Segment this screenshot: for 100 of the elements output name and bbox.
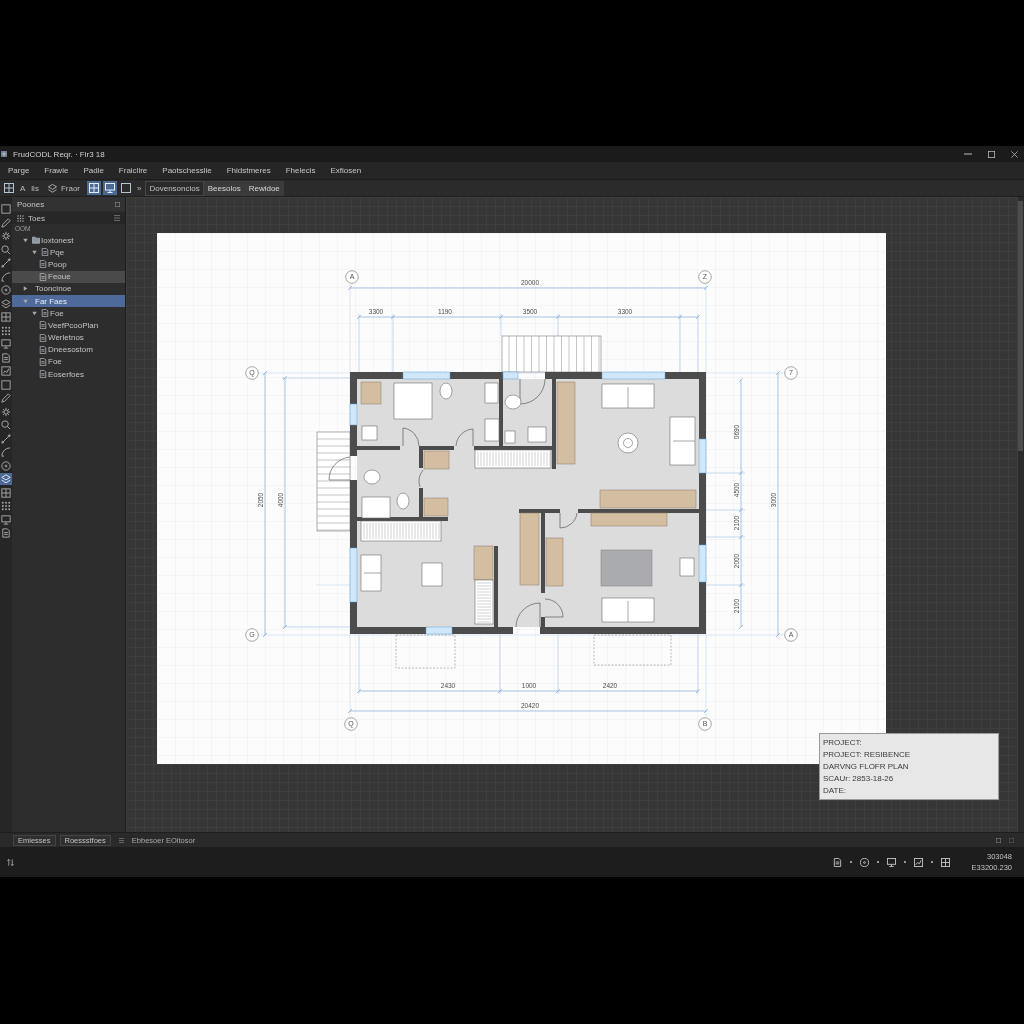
menu-icon[interactable] bbox=[114, 215, 120, 221]
toolbar-button[interactable]: A bbox=[18, 183, 28, 193]
grid-icon[interactable] bbox=[2, 181, 16, 195]
chart-icon[interactable] bbox=[0, 365, 12, 377]
dots-icon[interactable] bbox=[0, 324, 12, 337]
sink bbox=[527, 426, 547, 443]
dots-icon[interactable] bbox=[0, 500, 12, 512]
menu-item[interactable]: Frawie bbox=[37, 166, 76, 175]
window-opening bbox=[349, 403, 358, 426]
cabinet bbox=[360, 381, 382, 405]
file-icon bbox=[39, 321, 47, 330]
caret-down-icon[interactable] bbox=[32, 249, 37, 255]
square-icon[interactable] bbox=[119, 181, 134, 195]
circle-icon[interactable] bbox=[0, 459, 12, 472]
circle-icon[interactable] bbox=[859, 857, 869, 867]
circle-icon[interactable] bbox=[0, 284, 12, 296]
door-swing bbox=[402, 427, 420, 447]
file-icon bbox=[41, 309, 49, 318]
tree-item[interactable]: Far Faes bbox=[12, 294, 125, 308]
title-block-line: SCAUr: 2853-18-26 bbox=[823, 773, 895, 785]
door-swing bbox=[515, 602, 541, 628]
menu-item[interactable]: Fhelecis bbox=[278, 166, 323, 175]
menu-icon[interactable] bbox=[118, 837, 124, 843]
tree-item[interactable]: Eoserfoes bbox=[12, 368, 125, 381]
menu-item[interactable]: Exfiosen bbox=[323, 166, 369, 175]
monitor-icon[interactable] bbox=[103, 181, 118, 195]
dots-icon bbox=[17, 214, 24, 222]
arc-icon[interactable] bbox=[0, 270, 12, 283]
sofa bbox=[669, 416, 696, 466]
caret-down-icon[interactable] bbox=[32, 310, 37, 316]
arc-icon[interactable] bbox=[0, 446, 12, 458]
door-swing bbox=[328, 456, 351, 481]
tree-item[interactable]: Poop bbox=[12, 258, 125, 271]
monitor-icon[interactable] bbox=[886, 857, 896, 867]
window-opening bbox=[601, 371, 666, 380]
window-opening bbox=[402, 371, 451, 380]
tree-item[interactable]: Dneesostom bbox=[12, 343, 125, 356]
pencil-icon[interactable] bbox=[0, 392, 12, 404]
rug bbox=[600, 549, 653, 587]
square-icon[interactable] bbox=[0, 203, 12, 215]
menu-item[interactable]: Paotschesslie bbox=[155, 166, 219, 175]
toolbar-tab[interactable]: Beesolos bbox=[203, 180, 245, 196]
file-icon[interactable] bbox=[832, 857, 842, 867]
search-icon[interactable] bbox=[0, 419, 12, 431]
line-icon[interactable] bbox=[0, 432, 12, 445]
toolbar-tab[interactable]: Rewidoe bbox=[244, 180, 284, 196]
grid-icon[interactable] bbox=[87, 181, 102, 195]
menu-item[interactable]: Fraiclire bbox=[111, 166, 155, 175]
toilet bbox=[363, 469, 381, 485]
chart-icon[interactable] bbox=[913, 857, 923, 867]
door-swing bbox=[455, 428, 474, 447]
toilet bbox=[439, 382, 453, 400]
sofa bbox=[601, 597, 655, 623]
menu-item[interactable]: Parge bbox=[1, 166, 37, 175]
tree-item[interactable]: Werletnos bbox=[12, 331, 125, 344]
file-icon[interactable] bbox=[0, 527, 12, 539]
arrows-icon[interactable] bbox=[7, 858, 14, 866]
sofa bbox=[360, 554, 382, 592]
close-icon[interactable] bbox=[1011, 150, 1018, 158]
sink bbox=[504, 430, 516, 444]
cabinet bbox=[545, 537, 564, 587]
settings-icon[interactable] bbox=[0, 230, 12, 242]
tree-item[interactable]: Tooncinoe bbox=[12, 282, 125, 295]
round-table bbox=[617, 432, 639, 454]
filter-field[interactable]: Toes bbox=[12, 212, 125, 224]
toolbar-button[interactable]: Fraor bbox=[45, 183, 83, 193]
tree-item[interactable]: Foe bbox=[12, 307, 125, 320]
window-opening bbox=[425, 626, 453, 635]
layers-icon[interactable] bbox=[0, 473, 12, 485]
toolbar-button[interactable]: » bbox=[135, 183, 144, 193]
menu-item[interactable]: Padie bbox=[76, 166, 111, 175]
tree-item[interactable]: VeefPcooPlan bbox=[12, 319, 125, 332]
file-icon bbox=[39, 345, 47, 354]
extension-line bbox=[679, 313, 681, 373]
grid-icon[interactable] bbox=[940, 857, 950, 867]
layers-icon[interactable] bbox=[0, 297, 12, 310]
square-icon[interactable] bbox=[0, 378, 12, 391]
window-opening bbox=[502, 371, 519, 380]
menu-item[interactable]: Fhidstmeres bbox=[219, 166, 278, 175]
tree-item[interactable]: Pqe bbox=[12, 246, 125, 259]
title-block-line: DARVNG FLOFR PLAN bbox=[823, 761, 910, 773]
door-swing bbox=[519, 378, 546, 405]
pencil-icon[interactable] bbox=[0, 216, 12, 229]
scrollbar-thumb[interactable] bbox=[1018, 201, 1023, 451]
maximize-icon[interactable] bbox=[988, 150, 995, 158]
caret-down-icon[interactable] bbox=[23, 237, 28, 243]
tree-item[interactable]: Ioxtonest bbox=[12, 234, 125, 247]
toolbar-tab[interactable]: Dovensoncios bbox=[145, 180, 204, 196]
toolbar-button[interactable]: lis bbox=[29, 183, 41, 193]
line-icon[interactable] bbox=[0, 257, 12, 269]
layers-icon bbox=[47, 183, 57, 193]
title-block-line: PROJECT: RESIBENCE bbox=[823, 749, 912, 761]
search-icon[interactable] bbox=[0, 243, 12, 256]
tree-item[interactable]: Foe bbox=[12, 355, 125, 369]
file-icon[interactable] bbox=[0, 351, 12, 364]
settings-icon[interactable] bbox=[0, 405, 12, 418]
tree-item[interactable]: Feoue bbox=[12, 270, 125, 283]
file-icon bbox=[39, 370, 47, 379]
balcony-outline bbox=[395, 634, 456, 669]
caret-right-icon[interactable] bbox=[23, 286, 28, 292]
